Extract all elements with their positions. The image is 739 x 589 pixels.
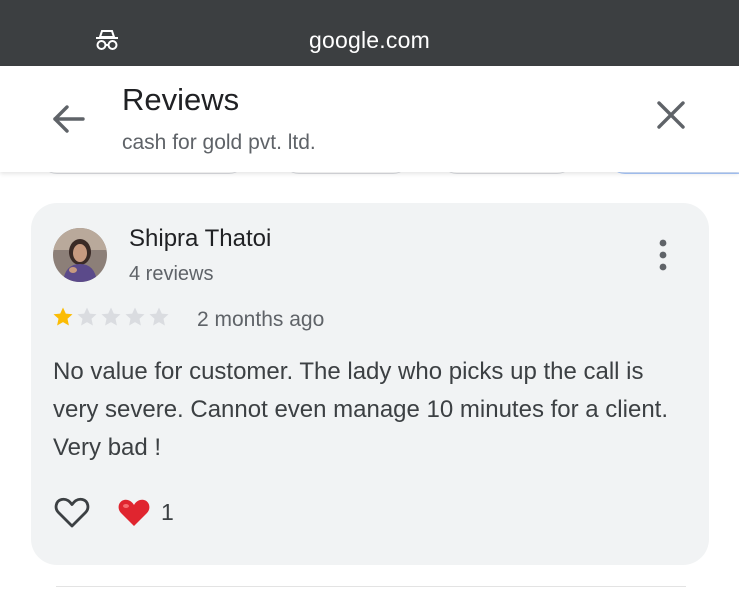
arrow-back-icon[interactable]: [50, 100, 88, 138]
star-empty-icon: [149, 307, 169, 326]
browser-address-bar: google.com: [0, 0, 739, 66]
review-time: 2 months ago: [197, 308, 325, 331]
review-card: Shipra Thatoi 4 reviews 2 months ago No …: [31, 203, 709, 565]
divider: [56, 586, 686, 587]
avatar[interactable]: [53, 228, 107, 282]
heart-reaction-icon[interactable]: [117, 496, 151, 528]
star-filled-icon: [53, 307, 73, 326]
reaction-count: 1: [161, 499, 174, 525]
star-empty-icon: [125, 307, 145, 326]
close-icon[interactable]: [652, 96, 690, 134]
star-rating: [52, 306, 172, 328]
reviewer-review-count: 4 reviews: [129, 263, 214, 285]
star-empty-icon: [101, 307, 121, 326]
reviews-header: Reviews cash for gold pvt. ltd.: [0, 66, 739, 172]
review-text: No value for customer. The lady who pick…: [53, 358, 668, 461]
business-name: cash for gold pvt. ltd.: [122, 131, 316, 154]
page-title: Reviews: [122, 82, 240, 117]
url-text[interactable]: google.com: [0, 27, 739, 54]
more-options-icon[interactable]: [649, 237, 677, 273]
reviewer-name[interactable]: Shipra Thatoi: [129, 225, 271, 253]
like-heart-icon[interactable]: [53, 493, 91, 531]
star-empty-icon: [77, 307, 97, 326]
